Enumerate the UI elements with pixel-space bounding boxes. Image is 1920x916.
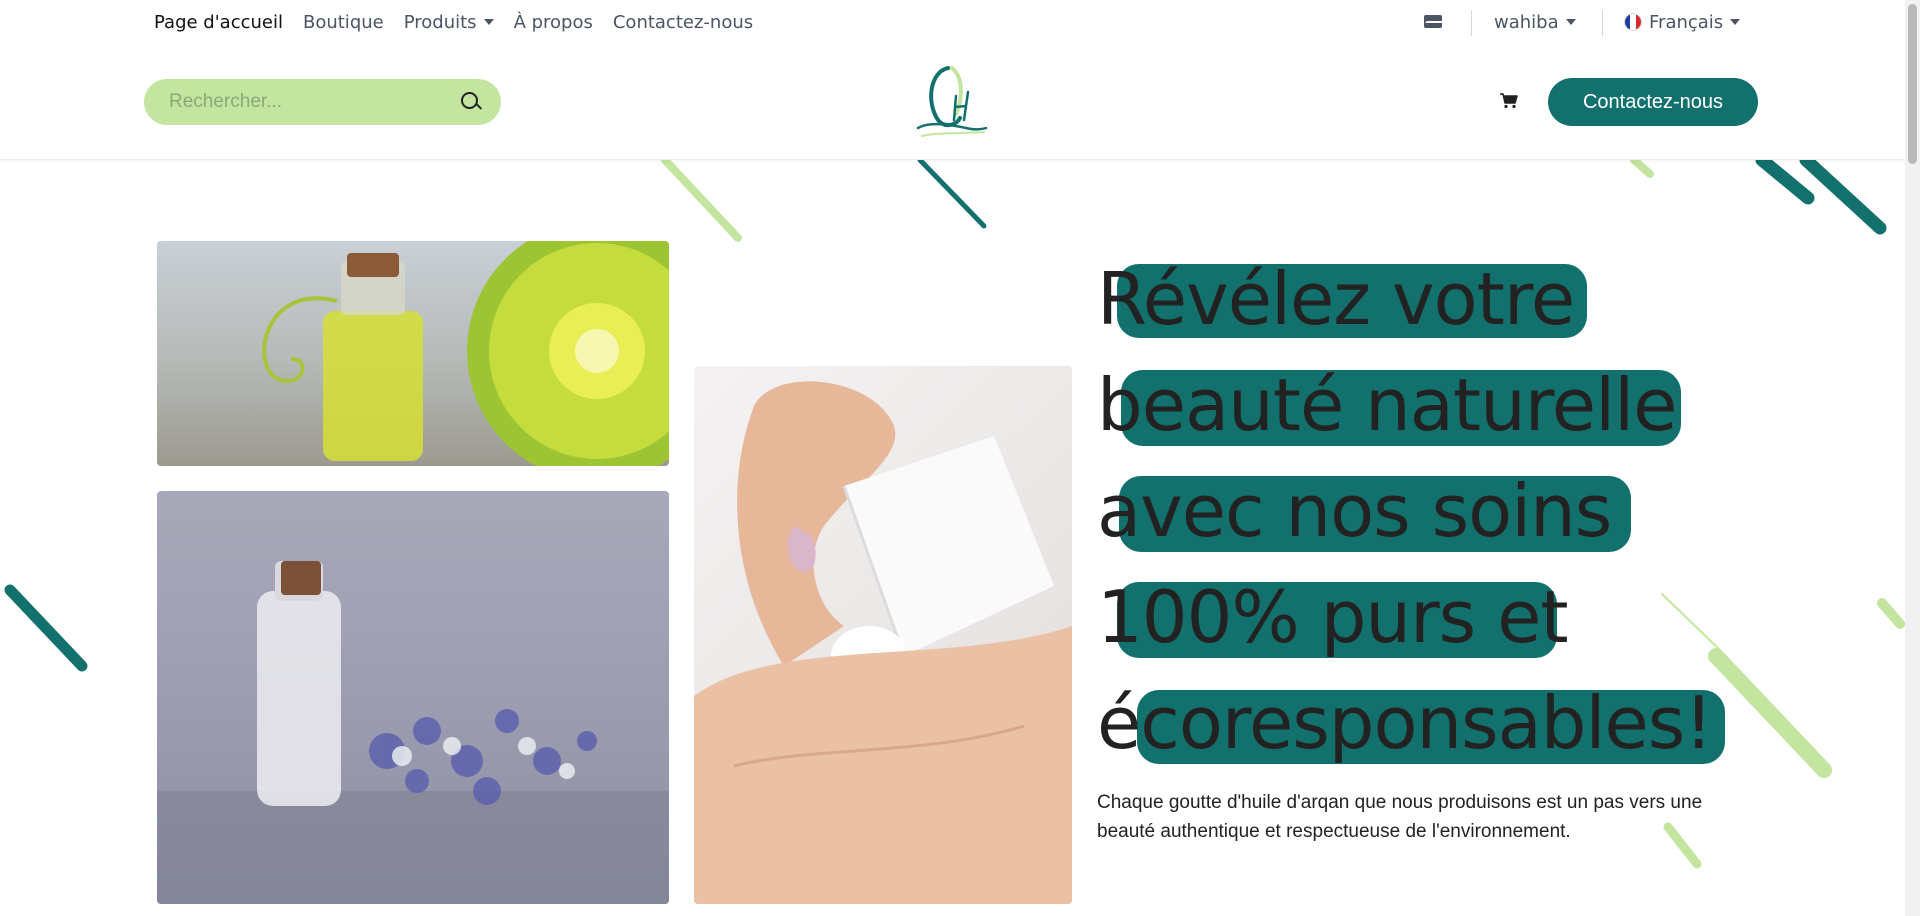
nav-home[interactable]: Page d'accueil — [144, 12, 293, 33]
user-menu-dropdown[interactable]: wahiba — [1494, 0, 1576, 44]
search-bar — [144, 79, 501, 125]
nav-contact[interactable]: Contactez-nous — [603, 12, 763, 33]
hero-text: Révélez votre beauté naturelle avec nos … — [1097, 246, 1767, 776]
kiwi-oil-illustration — [262, 241, 669, 466]
chevron-down-icon — [483, 19, 494, 25]
hero-title-line: beauté naturelle — [1097, 352, 1767, 458]
cart-icon[interactable] — [1500, 93, 1518, 109]
cream-hand-illustration — [694, 381, 1072, 904]
lavender-oil-illustration — [157, 561, 669, 904]
envelope-icon[interactable] — [1424, 15, 1442, 28]
main-menu: Page d'accueil Boutique Produits À propo… — [144, 0, 763, 44]
hero-image-kiwi-oil — [157, 241, 669, 466]
nav-products-dropdown[interactable]: Produits — [394, 12, 504, 33]
chevron-down-icon — [1730, 19, 1741, 25]
hero-title-line: 100% purs et — [1097, 575, 1569, 659]
divider — [1602, 10, 1603, 36]
hero-image-cream-hand — [694, 366, 1072, 904]
contact-us-button[interactable]: Contactez-nous — [1548, 78, 1758, 126]
page-scrollbar[interactable] — [1905, 0, 1920, 916]
language-selector[interactable]: Français — [1624, 0, 1741, 44]
brand-logo[interactable] — [908, 62, 992, 146]
scrollbar-thumb[interactable] — [1908, 4, 1917, 164]
nav-about[interactable]: À propos — [504, 12, 603, 33]
site-header: Contactez-nous — [0, 44, 1905, 160]
chevron-down-icon — [1565, 19, 1576, 25]
hero-image-lavender-oil — [157, 491, 669, 904]
hero-title-line: Révélez votre — [1097, 246, 1767, 352]
french-flag-icon — [1624, 13, 1642, 31]
hero-title-line: écoresponsables! — [1097, 670, 1767, 776]
divider — [1471, 10, 1472, 36]
hero-subtitle: Chaque goutte d'huile d'arqan que nous p… — [1097, 792, 1703, 842]
hero-title: Révélez votre beauté naturelle avec nos … — [1097, 246, 1767, 776]
hero-title-line: avec nos soins — [1097, 458, 1767, 564]
nav-shop[interactable]: Boutique — [293, 12, 394, 33]
top-navbar: Page d'accueil Boutique Produits À propo… — [0, 0, 1905, 44]
search-icon[interactable] — [461, 92, 481, 112]
search-input[interactable] — [169, 91, 461, 113]
